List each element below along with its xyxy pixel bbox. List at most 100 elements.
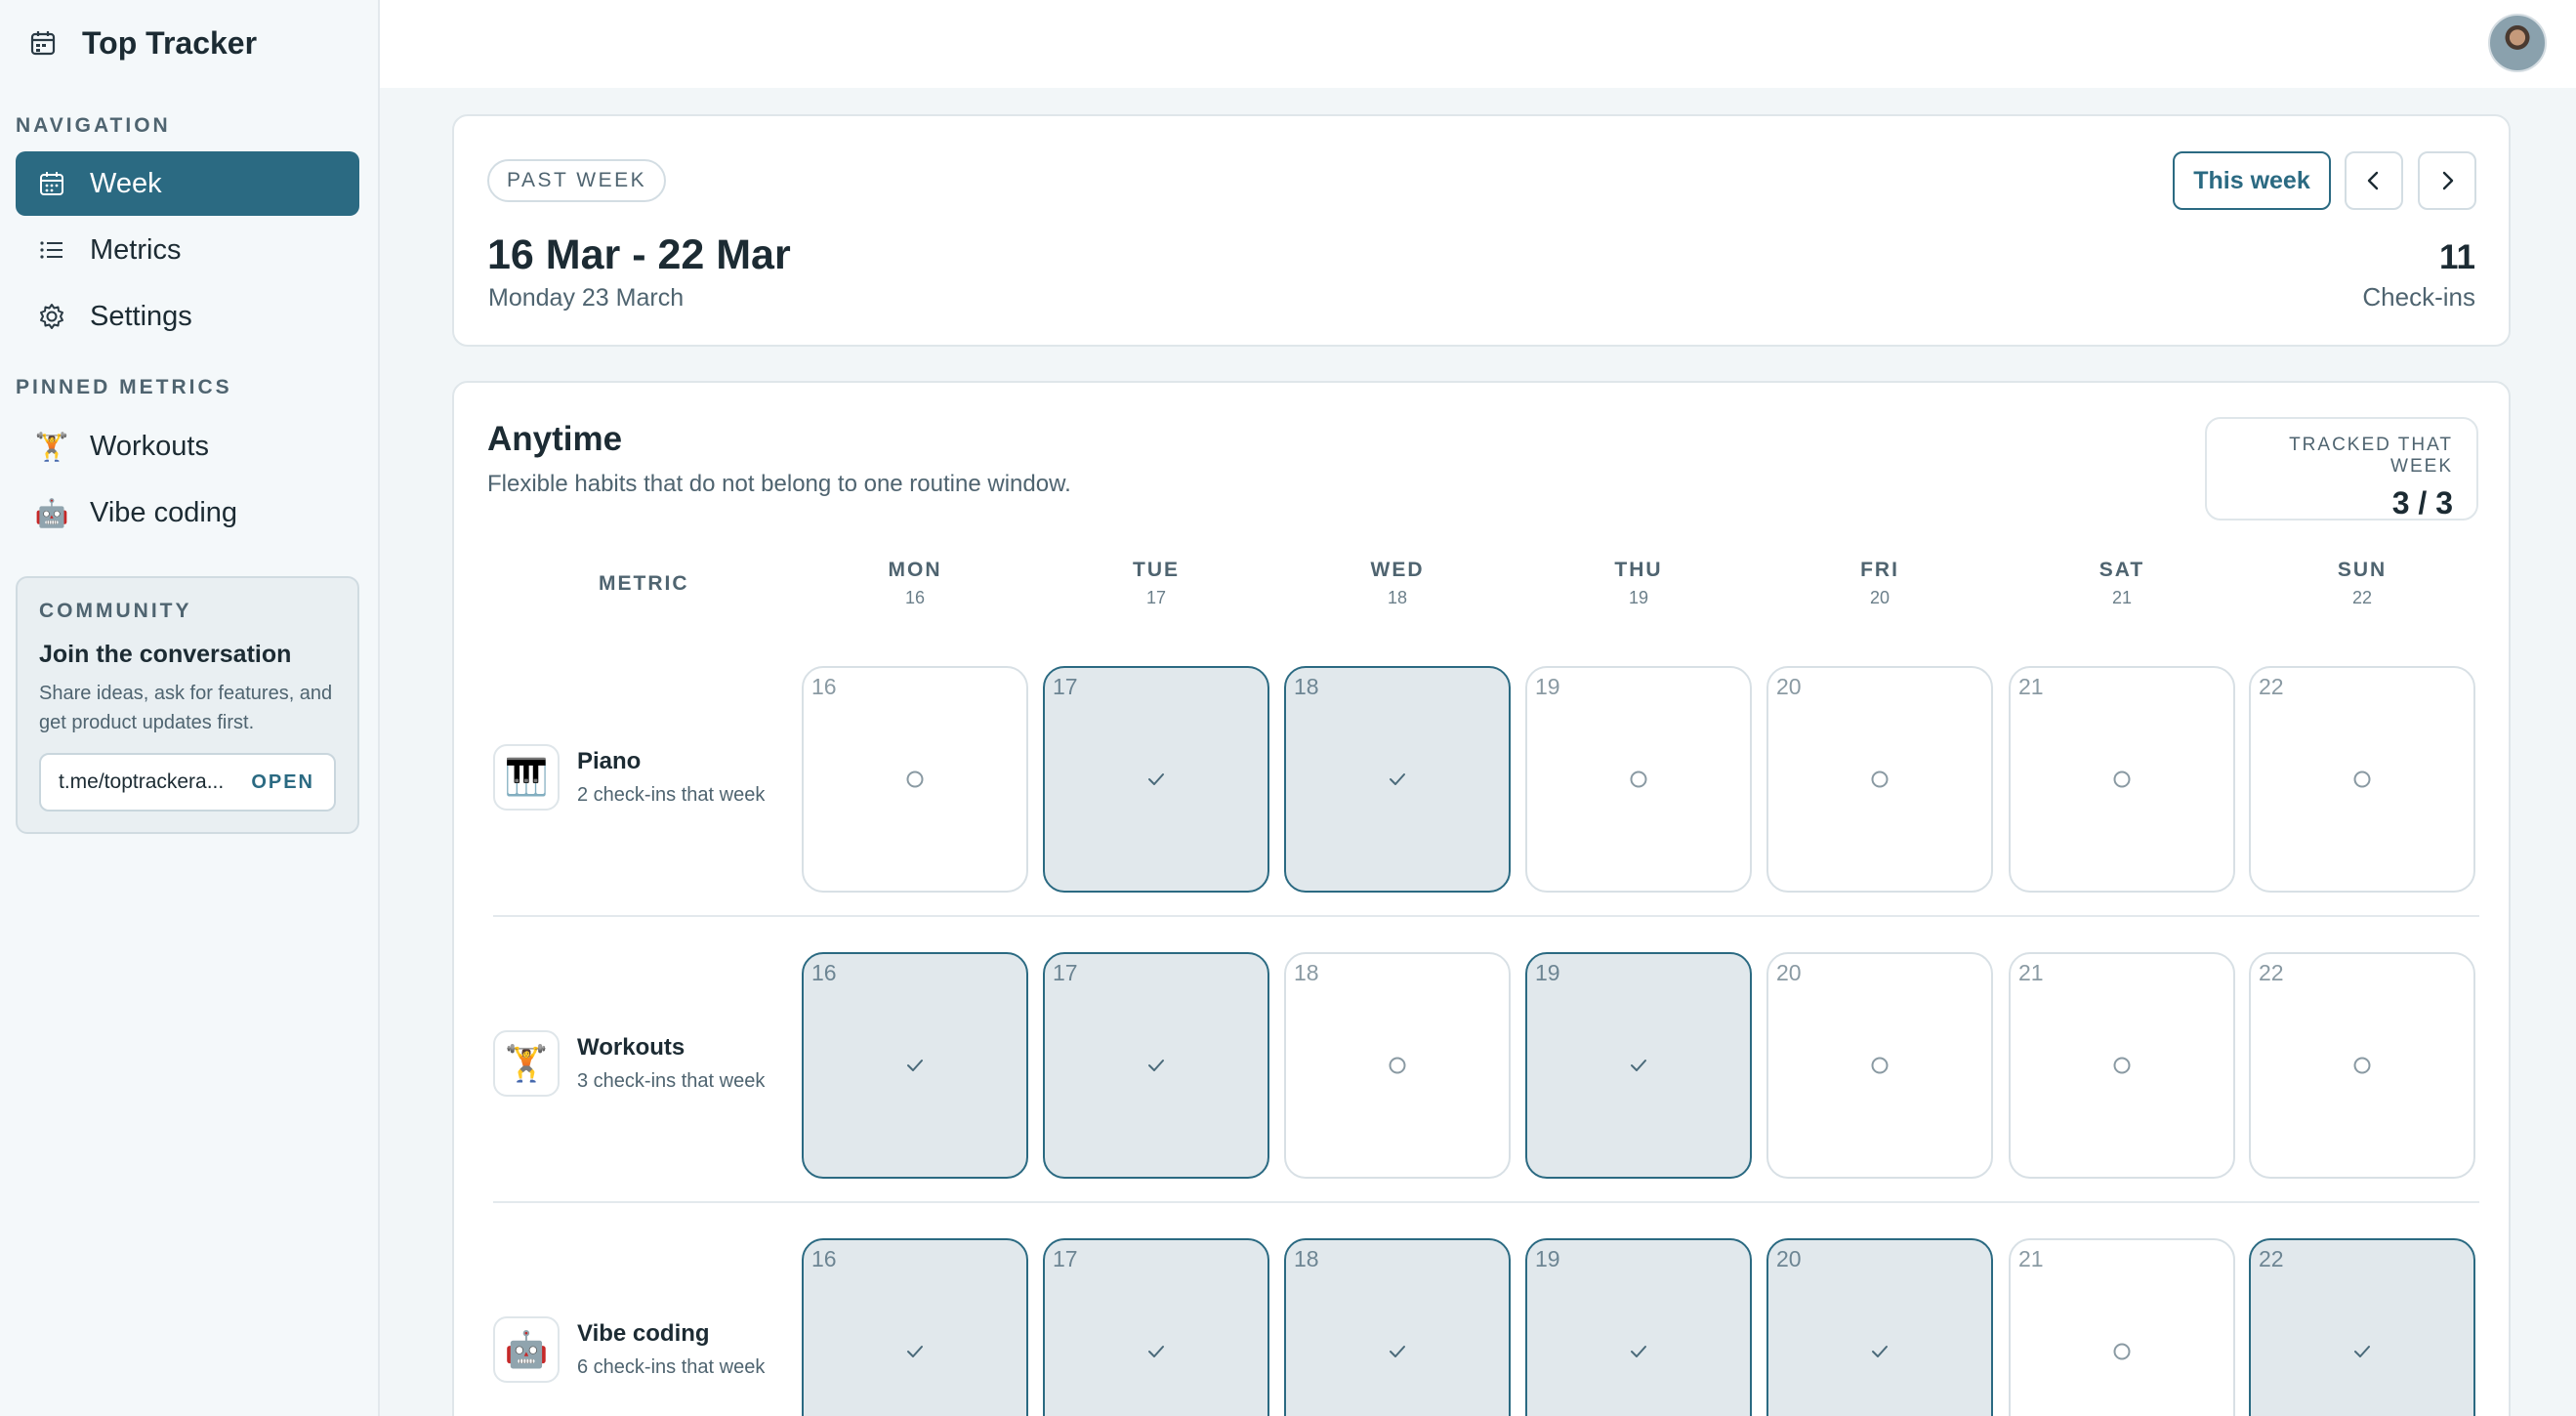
cell-date: 18	[1294, 1246, 1319, 1271]
chevron-left-icon	[2367, 171, 2379, 190]
cell-date: 21	[2018, 674, 2044, 699]
empty-circle-icon	[2113, 1343, 2131, 1360]
avatar[interactable]	[2488, 14, 2547, 72]
metric-row-label[interactable]: 🤖 Vibe coding 6 check-ins that week	[493, 1316, 815, 1383]
day-column-header: SUN 22	[2249, 559, 2475, 608]
day-date: 21	[2111, 588, 2133, 607]
day-column-header: SAT 21	[2009, 559, 2235, 608]
day-date: 22	[2351, 588, 2373, 607]
metric-checkin-summary: 2 check-ins that week	[577, 783, 766, 806]
cell-date: 18	[1294, 674, 1319, 699]
day-cell-empty[interactable]: 20	[1766, 952, 1993, 1179]
sidebar-item-label: Settings	[90, 300, 192, 332]
metric-row-label[interactable]: 🏋️ Workouts 3 check-ins that week	[493, 1030, 815, 1097]
community-description: Share ideas, ask for features, and get p…	[39, 683, 333, 733]
current-date: Monday 23 March	[488, 284, 685, 312]
pinned-item-label: Workouts	[90, 430, 209, 462]
sidebar-item-week[interactable]: Week	[16, 151, 359, 216]
empty-circle-icon	[2113, 1057, 2131, 1074]
day-name: MON	[888, 559, 942, 581]
next-week-button[interactable]	[2418, 151, 2476, 210]
weightlifter-icon: 🏋️	[34, 431, 69, 462]
day-date: 16	[904, 588, 926, 607]
list-icon	[37, 235, 66, 265]
app-root: Top Tracker NAVIGATION Week Metrics Sett…	[0, 0, 2576, 1416]
app-title: Top Tracker	[82, 24, 258, 61]
cell-date: 20	[1776, 960, 1802, 985]
day-date: 19	[1628, 588, 1649, 607]
day-cell-checked[interactable]: 19	[1525, 952, 1752, 1179]
day-cell-checked[interactable]: 22	[2249, 1238, 2475, 1416]
pinned-item-vibe-coding[interactable]: 🤖 Vibe coding	[16, 480, 359, 545]
day-cell-checked[interactable]: 16	[802, 1238, 1028, 1416]
day-name: THU	[1614, 559, 1663, 581]
day-cell-checked[interactable]: 19	[1525, 1238, 1752, 1416]
day-column-header: TUE 17	[1043, 559, 1269, 608]
community-card: COMMUNITY Join the conversation Share id…	[16, 576, 359, 834]
brand[interactable]: Top Tracker	[29, 21, 257, 64]
day-cell-empty[interactable]: 21	[2009, 666, 2235, 893]
day-cell-empty[interactable]: 22	[2249, 666, 2475, 893]
cell-date: 21	[2018, 960, 2044, 985]
community-title: Join the conversation	[39, 641, 292, 668]
day-cell-empty[interactable]: 21	[2009, 1238, 2235, 1416]
this-week-button[interactable]: This week	[2173, 151, 2331, 210]
sidebar-item-metrics[interactable]: Metrics	[16, 218, 359, 282]
day-cell-empty[interactable]: 21	[2009, 952, 2235, 1179]
sidebar: Top Tracker NAVIGATION Week Metrics Sett…	[0, 0, 380, 1416]
cell-date: 22	[2259, 674, 2284, 699]
day-cell-checked[interactable]: 16	[802, 952, 1028, 1179]
tracked-label: TRACKED THAT WEEK	[2289, 435, 2453, 477]
metric-text: Workouts 3 check-ins that week	[577, 1034, 794, 1094]
day-cell-checked[interactable]: 17	[1043, 1238, 1269, 1416]
empty-circle-icon	[2353, 1057, 2371, 1074]
day-name: WED	[1370, 559, 1425, 581]
checkins-label: Check-ins	[2362, 282, 2475, 312]
pinned-item-workouts[interactable]: 🏋️ Workouts	[16, 414, 359, 479]
day-cell-empty[interactable]: 19	[1525, 666, 1752, 893]
tracked-value: 3 / 3	[2391, 485, 2453, 521]
cell-date: 22	[2259, 960, 2284, 985]
cell-date: 18	[1294, 960, 1319, 985]
day-cell-checked[interactable]: 17	[1043, 952, 1269, 1179]
cell-date: 16	[811, 674, 837, 699]
cell-date: 17	[1053, 674, 1078, 699]
day-name: FRI	[1860, 559, 1899, 581]
day-cell-empty[interactable]: 22	[2249, 952, 2475, 1179]
metric-name: Workouts	[577, 1033, 686, 1061]
day-cell-empty[interactable]: 18	[1284, 952, 1511, 1179]
cell-date: 17	[1053, 1246, 1078, 1271]
day-date: 18	[1387, 588, 1408, 607]
check-icon	[907, 1346, 923, 1357]
empty-circle-icon	[2113, 770, 2131, 788]
sidebar-item-settings[interactable]: Settings	[16, 284, 359, 349]
day-cell-empty[interactable]: 16	[802, 666, 1028, 893]
cell-date: 19	[1535, 960, 1560, 985]
previous-week-button[interactable]	[2345, 151, 2403, 210]
cell-date: 20	[1776, 674, 1802, 699]
check-icon	[1631, 1060, 1646, 1071]
row-divider	[493, 915, 2479, 917]
check-icon	[1148, 1346, 1164, 1357]
community-link[interactable]: t.me/toptrackera... OPEN	[39, 753, 336, 812]
gear-icon	[37, 302, 66, 331]
day-column-header: MON 16	[802, 559, 1028, 608]
day-column-header: WED 18	[1284, 559, 1511, 608]
day-column-header: THU 19	[1525, 559, 1752, 608]
day-cell-empty[interactable]: 20	[1766, 666, 1993, 893]
anytime-card: Anytime Flexible habits that do not belo…	[452, 381, 2511, 1416]
check-icon	[1390, 1346, 1405, 1357]
day-cell-checked[interactable]: 20	[1766, 1238, 1993, 1416]
metric-column-header: METRIC	[599, 572, 689, 595]
day-cell-checked[interactable]: 17	[1043, 666, 1269, 893]
past-week-badge: PAST WEEK	[487, 159, 667, 202]
community-open-button[interactable]: OPEN	[251, 771, 314, 794]
day-cell-checked[interactable]: 18	[1284, 1238, 1511, 1416]
metric-row-label[interactable]: 🎹 Piano 2 check-ins that week	[493, 744, 815, 811]
metric-icon: 🏋️	[493, 1030, 560, 1097]
day-cell-checked[interactable]: 18	[1284, 666, 1511, 893]
cell-date: 21	[2018, 1246, 2044, 1271]
empty-circle-icon	[1871, 770, 1889, 788]
week-summary-card: PAST WEEK 16 Mar - 22 Mar Monday 23 Marc…	[452, 114, 2511, 347]
community-label: COMMUNITY	[39, 600, 192, 622]
